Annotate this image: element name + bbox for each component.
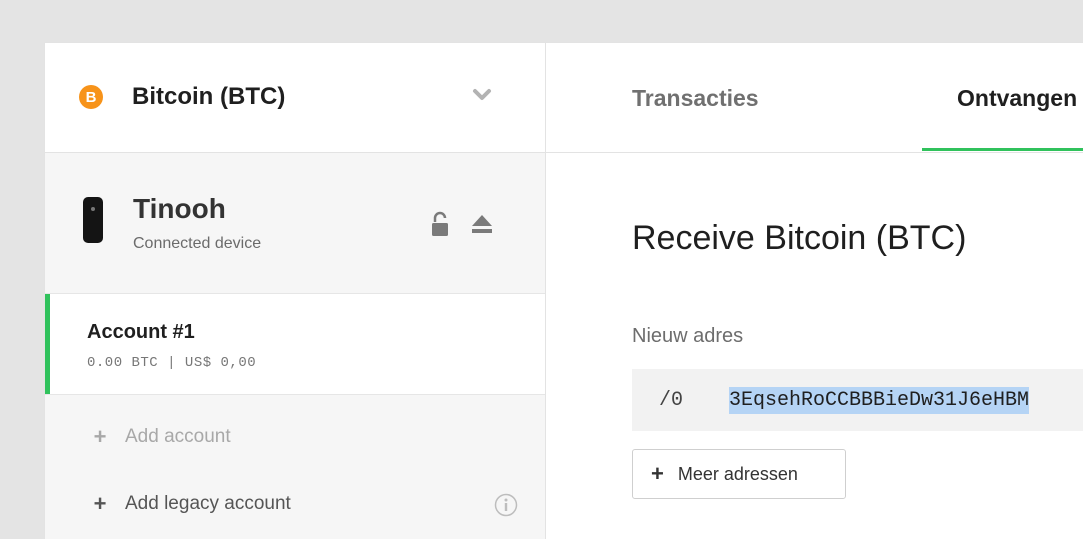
address-path: /0 [659, 389, 684, 412]
info-icon[interactable] [494, 493, 518, 517]
add-legacy-account-button[interactable]: + Add legacy account [89, 493, 291, 515]
device-status: Connected device [133, 235, 262, 252]
address-box: /0 3EqsehRoCCBBBieDw31J6eHBM [632, 369, 1083, 431]
page-title: Receive Bitcoin (BTC) [632, 219, 967, 257]
account-balance: 0.00 BTC | US$ 0,00 [87, 355, 257, 371]
header-divider [546, 152, 1083, 153]
device-icon [83, 197, 103, 243]
more-addresses-button[interactable]: + Meer adressen [632, 449, 846, 499]
add-account-button[interactable]: + Add account [89, 426, 231, 448]
active-indicator [45, 294, 50, 394]
bitcoin-logo-icon: B [79, 85, 103, 109]
device-name: Tinooh [133, 193, 226, 224]
coin-selector[interactable]: B Bitcoin (BTC) [45, 43, 545, 153]
more-addresses-label: Meer adressen [677, 463, 798, 484]
active-tab-indicator [922, 148, 1083, 151]
unlock-icon[interactable] [431, 211, 449, 237]
sidebar: B Bitcoin (BTC) Tinooh Connected device [45, 43, 546, 539]
tab-ontvangen[interactable]: Ontvangen [957, 85, 1077, 112]
tab-transacties[interactable]: Transacties [632, 85, 759, 112]
add-account-label: Add account [125, 426, 231, 447]
coin-name: Bitcoin (BTC) [132, 83, 286, 110]
plus-icon: + [93, 424, 107, 449]
wallet-frame: B Bitcoin (BTC) Tinooh Connected device [44, 42, 1083, 539]
new-address-label: Nieuw adres [632, 325, 744, 347]
add-legacy-label: Add legacy account [125, 493, 291, 514]
device-panel: Tinooh Connected device [45, 153, 545, 294]
account-title: Account #1 [87, 321, 195, 343]
sidebar-actions: + Add account + Add legacy account [45, 395, 545, 539]
plus-icon: + [651, 461, 664, 486]
plus-icon: + [93, 491, 107, 516]
eject-icon[interactable] [470, 213, 494, 235]
address-value[interactable]: 3EqsehRoCCBBBieDw31J6eHBM [729, 387, 1030, 414]
account-item[interactable]: Account #1 0.00 BTC | US$ 0,00 [45, 294, 545, 395]
chevron-down-icon[interactable] [470, 85, 494, 105]
